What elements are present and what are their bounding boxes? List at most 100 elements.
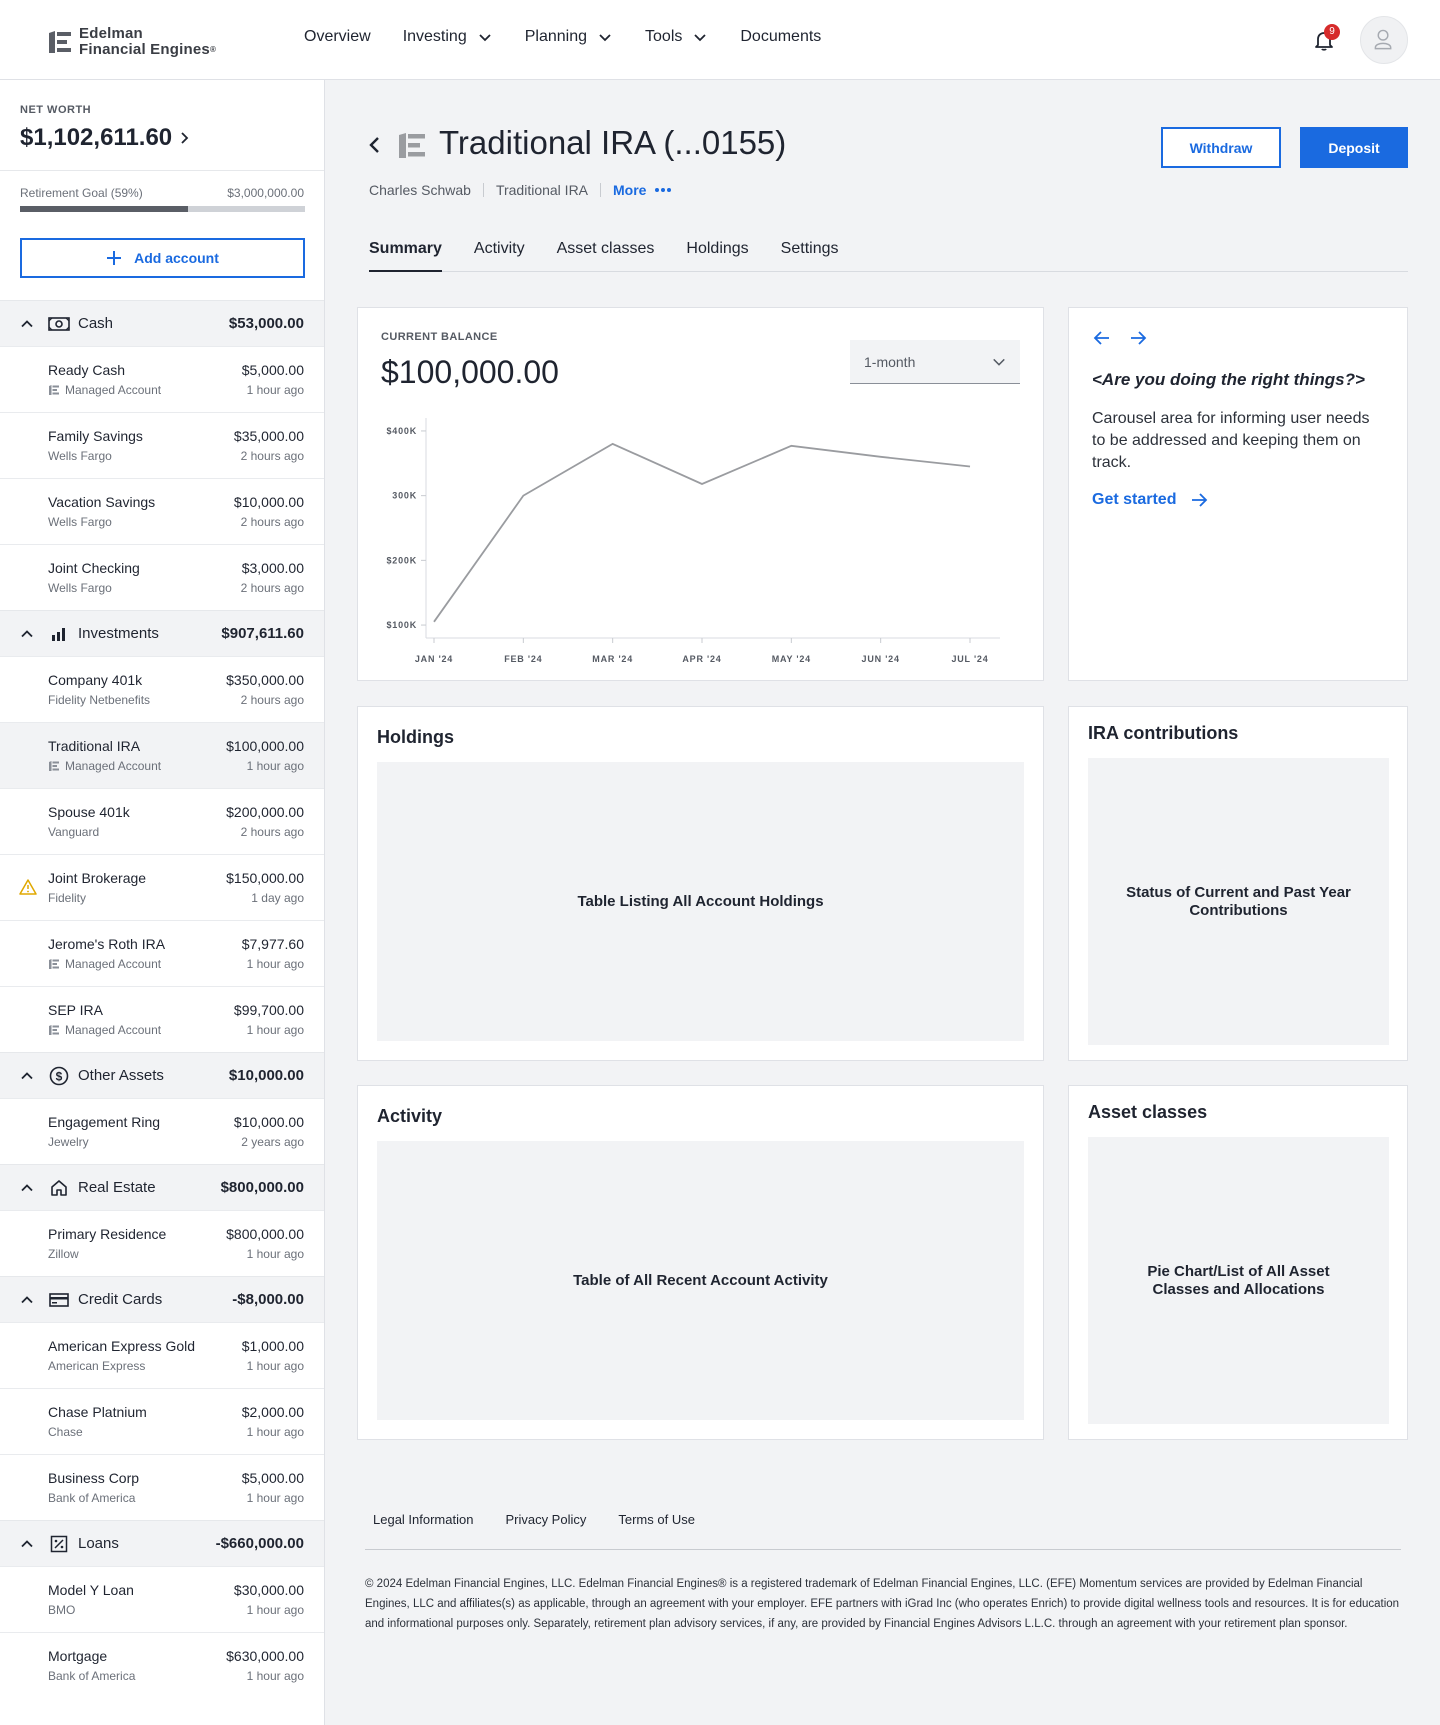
efe-logo-icon — [49, 31, 71, 53]
arrow-left-icon[interactable] — [1093, 330, 1111, 346]
plus-icon — [107, 251, 122, 265]
carousel-card: <Are you doing the right things?> Carous… — [1068, 307, 1408, 681]
account-source: Managed Account — [48, 1023, 234, 1037]
credit-card-icon — [48, 1291, 70, 1309]
nav-documents[interactable]: Documents — [740, 28, 821, 46]
tab-asset-classes[interactable]: Asset classes — [557, 238, 655, 272]
account-item[interactable]: American Express Gold American Express $1,… — [0, 1322, 324, 1388]
account-source: Wells Fargo — [48, 449, 234, 463]
nav-overview[interactable]: Overview — [304, 28, 371, 46]
group-loans[interactable]: Loans -$660,000.00 — [0, 1520, 324, 1566]
nav-investing[interactable]: Investing — [403, 28, 493, 46]
account-item[interactable]: SEP IRA Managed Account $99,700.00 1 hour a… — [0, 986, 324, 1052]
account-name: Company 401k — [48, 672, 143, 688]
group-cash[interactable]: Cash $53,000.00 — [0, 300, 324, 346]
account-amount: $7,977.60 — [241, 936, 304, 952]
contributions-placeholder: Status of Current and Past Year Contribu… — [1088, 758, 1389, 1045]
chevron-up-icon — [21, 1071, 33, 1079]
carousel-arrows — [1093, 330, 1147, 346]
account-amount: $2,000.00 — [241, 1404, 304, 1420]
y-tick-label: $200K — [386, 555, 417, 565]
account-source: Jewelry — [48, 1135, 234, 1149]
account-amount: $350,000.00 — [226, 672, 304, 688]
account-item[interactable]: Mortgage Bank of America $630,000.00 1 hour… — [0, 1632, 324, 1698]
divider — [365, 1549, 1401, 1550]
account-amount: $1,000.00 — [241, 1338, 304, 1354]
privacy-policy-link[interactable]: Privacy Policy — [505, 1512, 586, 1527]
x-tick-label: MAY '24 — [772, 654, 811, 664]
main-nav: Overview Investing Planning Tools Docume… — [304, 28, 821, 46]
chevron-down-icon — [599, 34, 611, 42]
nav-tools-label: Tools — [645, 28, 683, 45]
account-name: Business Corp — [48, 1470, 140, 1486]
chevron-up-icon — [21, 319, 33, 327]
account-list: Cash $53,000.00 Ready Cash Managed Account $… — [0, 300, 324, 1698]
account-source-label: Chase — [48, 1425, 83, 1439]
account-item[interactable]: Traditional IRA Managed Account $100,000.0… — [0, 722, 324, 788]
balance-line-chart: $100K $200K 300K $400K JAN '24 FEB '24 MAR '24… — [386, 418, 1000, 664]
chevron-down-icon — [694, 34, 707, 42]
account-item[interactable]: Ready Cash Managed Account $5,000.00 1 hour… — [0, 346, 324, 412]
tab-holdings[interactable]: Holdings — [686, 238, 748, 272]
nav-documents-label: Documents — [740, 28, 822, 45]
account-item[interactable]: Spouse 401k Vanguard $200,000.00 2 hours ag… — [0, 788, 324, 854]
group-investments[interactable]: Investments $907,611.60 — [0, 610, 324, 656]
tab-activity[interactable]: Activity — [474, 238, 525, 272]
nav-tools[interactable]: Tools — [645, 28, 708, 46]
balance-series-line — [433, 442, 971, 623]
account-updated: 1 hour ago — [246, 759, 304, 773]
retirement-goal-progress-fill — [20, 206, 189, 212]
account-item[interactable]: Engagement Ring Jewelry $10,000.00 2 years … — [0, 1098, 324, 1164]
group-other-assets[interactable]: $ Other Assets $10,000.00 — [0, 1052, 324, 1098]
arrow-right-icon[interactable] — [1129, 330, 1147, 346]
account-item[interactable]: Joint Brokerage Fidelity $150,000.00 1 day … — [0, 854, 324, 920]
account-amount: $630,000.00 — [226, 1648, 304, 1664]
more-button[interactable]: More — [613, 182, 672, 198]
top-bar: Edelman Financial Engines® Overview Inve… — [0, 0, 1440, 80]
account-item[interactable]: Primary Residence Zillow $800,000.00 1 hour… — [0, 1210, 324, 1276]
account-item[interactable]: Model Y Loan BMO $30,000.00 1 hour ago — [0, 1566, 324, 1632]
account-item[interactable]: Business Corp Bank of America $5,000.00 1 h… — [0, 1454, 324, 1520]
account-item[interactable]: Vacation Savings Wells Fargo $10,000.00 2 h… — [0, 478, 324, 544]
account-updated: 2 hours ago — [240, 449, 304, 463]
withdraw-button[interactable]: Withdraw — [1161, 127, 1281, 168]
get-started-label: Get started — [1092, 491, 1177, 508]
x-tick-label: MAR '24 — [592, 654, 633, 664]
tab-summary[interactable]: Summary — [369, 238, 442, 272]
legal-information-link[interactable]: Legal Information — [373, 1512, 473, 1527]
tab-settings[interactable]: Settings — [781, 238, 839, 272]
holdings-card: Holdings Table Listing All Account Holdi… — [357, 706, 1044, 1061]
account-amount: $99,700.00 — [233, 1002, 304, 1018]
account-source-label: Wells Fargo — [48, 449, 112, 463]
account-tabs: Summary Activity Asset classes Holdings … — [369, 238, 1408, 272]
account-item[interactable]: Chase Platnium Chase $2,000.00 1 hour ago — [0, 1388, 324, 1454]
account-item[interactable]: Company 401k Fidelity Netbenefits $350,000… — [0, 656, 324, 722]
brand-logo[interactable]: Edelman Financial Engines® — [47, 26, 216, 58]
account-name: Family Savings — [48, 428, 143, 444]
avatar[interactable] — [1360, 16, 1408, 64]
user-icon — [1374, 29, 1392, 50]
account-updated: 2 years ago — [241, 1135, 304, 1149]
asset-classes-title: Asset classes — [1088, 1102, 1208, 1122]
period-select[interactable]: 1-month — [850, 340, 1020, 384]
group-real-estate[interactable]: Real Estate $800,000.00 — [0, 1164, 324, 1210]
back-arrow-icon[interactable] — [365, 134, 385, 156]
nav-planning[interactable]: Planning — [525, 28, 613, 46]
divider — [482, 183, 484, 197]
account-item[interactable]: Family Savings Wells Fargo $35,000.00 2 hou… — [0, 412, 324, 478]
account-updated: 1 hour ago — [246, 383, 304, 397]
terms-of-use-link[interactable]: Terms of Use — [618, 1512, 695, 1527]
managed-account-icon — [49, 959, 59, 969]
get-started-link[interactable]: Get started — [1092, 491, 1208, 509]
group-name: Investments — [78, 625, 159, 642]
account-item[interactable]: Jerome's Roth IRA Managed Account $7,977.6… — [0, 920, 324, 986]
account-item[interactable]: Joint Checking Wells Fargo $3,000.00 2 hour… — [0, 544, 324, 610]
arrow-right-icon — [1192, 493, 1208, 507]
warning-icon[interactable] — [19, 879, 37, 895]
group-credit-cards[interactable]: Credit Cards -$8,000.00 — [0, 1276, 324, 1322]
deposit-button[interactable]: Deposit — [1300, 127, 1408, 168]
brand-line-1: Edelman — [79, 25, 143, 42]
net-worth-value[interactable]: $1,102,611.60 — [20, 124, 190, 152]
add-account-button[interactable]: Add account — [20, 238, 305, 278]
asset-classes-card: Asset classes Pie Chart/List of All Asse… — [1068, 1085, 1408, 1440]
